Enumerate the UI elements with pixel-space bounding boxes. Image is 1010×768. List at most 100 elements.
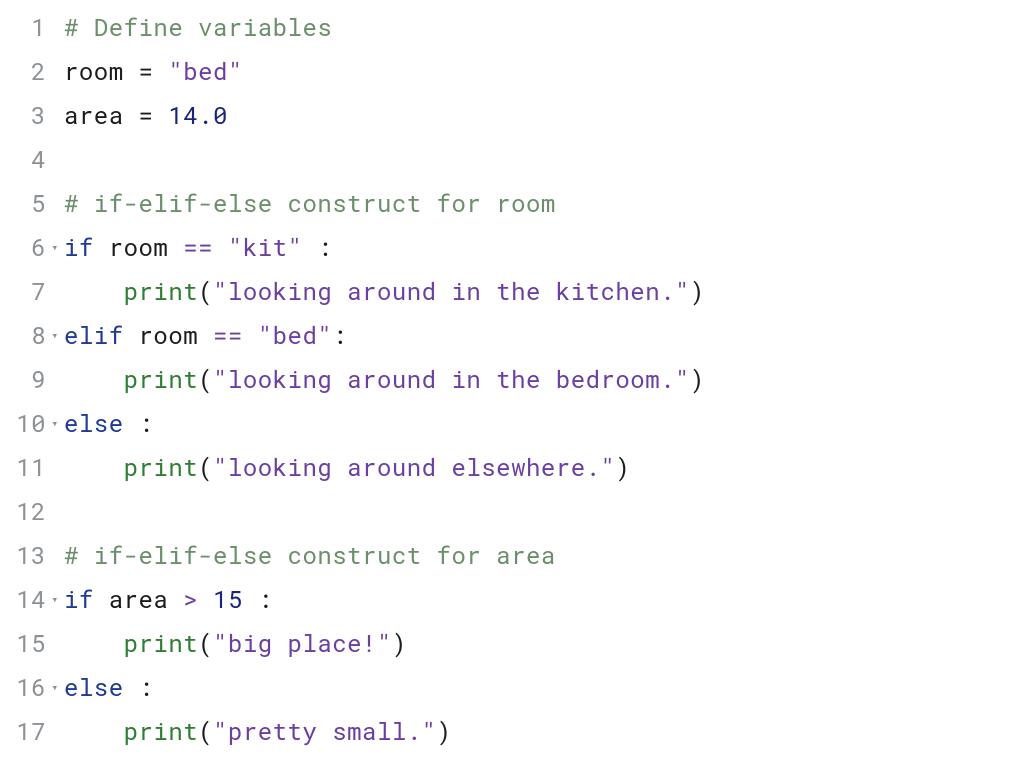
code-token: area (64, 99, 124, 131)
code-token: ( (198, 627, 213, 659)
fold-toggle-icon[interactable]: ▾ (48, 577, 62, 621)
code-line[interactable]: print("pretty small.") (64, 709, 1010, 753)
code-token: area (109, 583, 169, 615)
code-line[interactable]: # if-elif-else construct for area (64, 533, 1010, 577)
code-token: room (109, 231, 169, 263)
line-number: 13 (0, 533, 46, 577)
code-content[interactable]: # Define variablesroom = "bed"area = 14.… (62, 5, 1010, 768)
code-line[interactable]: print("looking around in the kitchen.") (64, 269, 1010, 313)
code-line[interactable] (64, 137, 1010, 181)
fold-toggle-icon[interactable]: ▾ (48, 313, 62, 357)
code-token (124, 319, 139, 351)
line-number: 10 (0, 401, 46, 445)
code-line[interactable]: if room == "kit" : (64, 225, 1010, 269)
code-token: print (124, 363, 199, 395)
fold-spacer (48, 5, 62, 49)
code-line[interactable]: else : (64, 401, 1010, 445)
code-token: # Define variables (64, 11, 332, 43)
code-line[interactable]: print("looking around elsewhere.") (64, 445, 1010, 489)
code-token: "big place!" (213, 627, 392, 659)
fold-toggle-icon[interactable]: ▾ (48, 665, 62, 709)
code-token (64, 363, 124, 395)
code-line[interactable] (64, 489, 1010, 533)
code-token: "looking around elsewhere." (213, 451, 615, 483)
code-line[interactable]: elif room == "bed": (64, 313, 1010, 357)
code-token: else (64, 671, 124, 703)
code-line[interactable]: # Define variables (64, 5, 1010, 49)
line-number: 8 (0, 313, 46, 357)
line-number: 11 (0, 445, 46, 489)
fold-spacer (48, 489, 62, 533)
code-line[interactable]: else : (64, 665, 1010, 709)
code-token: print (124, 627, 199, 659)
code-token: == (183, 231, 213, 263)
code-token: ( (198, 275, 213, 307)
code-token: print (124, 715, 199, 747)
line-number: 12 (0, 489, 46, 533)
code-token (153, 99, 168, 131)
code-token (243, 583, 258, 615)
code-token (198, 583, 213, 615)
line-number: 6 (0, 225, 46, 269)
code-token: else (64, 407, 124, 439)
code-token: ( (198, 451, 213, 483)
code-token: == (213, 319, 243, 351)
code-token: : (139, 671, 154, 703)
code-token (64, 275, 124, 307)
code-token: = (139, 99, 154, 131)
code-token: ) (690, 275, 705, 307)
fold-gutter: ▾ ▾ ▾ ▾ ▾ (48, 5, 62, 768)
code-token: "looking around in the bedroom." (213, 363, 690, 395)
code-token: : (317, 231, 332, 263)
code-token: "looking around in the kitchen." (213, 275, 690, 307)
code-token: : (332, 319, 347, 351)
code-editor[interactable]: 1234567891011121314151617 ▾▾▾▾▾ # Define… (0, 0, 1010, 768)
code-line[interactable]: area = 14.0 (64, 93, 1010, 137)
code-token: : (139, 407, 154, 439)
code-line[interactable]: print("big place!") (64, 621, 1010, 665)
code-token: "bed" (168, 55, 243, 87)
code-token: ) (615, 451, 630, 483)
line-number: 4 (0, 137, 46, 181)
code-token: 15 (213, 583, 243, 615)
code-token: : (258, 583, 273, 615)
code-line[interactable]: print("looking around in the bedroom.") (64, 357, 1010, 401)
fold-toggle-icon[interactable]: ▾ (48, 225, 62, 269)
fold-spacer (48, 49, 62, 93)
line-number-gutter: 1234567891011121314151617 (0, 5, 48, 768)
fold-spacer (48, 181, 62, 225)
fold-toggle-icon[interactable]: ▾ (48, 401, 62, 445)
fold-spacer (48, 357, 62, 401)
code-token (124, 407, 139, 439)
code-token (302, 231, 317, 263)
code-token: = (139, 55, 154, 87)
code-token (64, 451, 124, 483)
line-number: 16 (0, 665, 46, 709)
code-line[interactable]: if area > 15 : (64, 577, 1010, 621)
line-number: 14 (0, 577, 46, 621)
code-token (153, 55, 168, 87)
code-line[interactable]: room = "bed" (64, 49, 1010, 93)
code-token: 14.0 (168, 99, 228, 131)
fold-spacer (48, 445, 62, 489)
code-token: "bed" (258, 319, 333, 351)
code-token: ( (198, 715, 213, 747)
code-token (124, 99, 139, 131)
line-number: 1 (0, 5, 46, 49)
line-number: 3 (0, 93, 46, 137)
code-token (124, 55, 139, 87)
code-token: if (64, 583, 94, 615)
code-token: ( (198, 363, 213, 395)
code-token: > (183, 583, 198, 615)
code-token: "kit" (228, 231, 303, 263)
code-token: print (124, 275, 199, 307)
fold-spacer (48, 621, 62, 665)
code-token: # if-elif-else construct for area (64, 539, 556, 571)
line-number: 15 (0, 621, 46, 665)
code-token (94, 583, 109, 615)
code-token (168, 231, 183, 263)
fold-spacer (48, 137, 62, 181)
code-line[interactable]: # if-elif-else construct for room (64, 181, 1010, 225)
code-token: elif (64, 319, 124, 351)
code-token (64, 715, 124, 747)
